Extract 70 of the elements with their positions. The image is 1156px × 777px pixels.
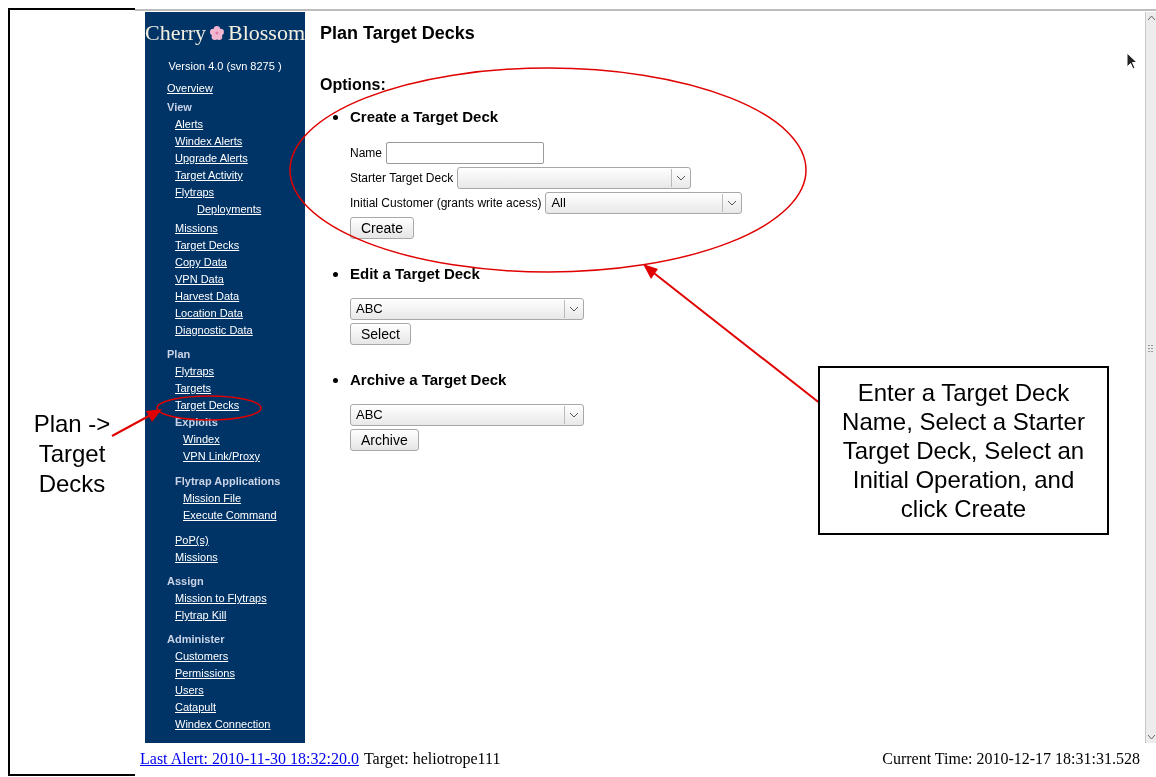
nav-link[interactable]: Users	[175, 685, 204, 696]
nav-link[interactable]: Execute Command	[183, 510, 277, 521]
nav-link[interactable]: Location Data	[175, 308, 243, 319]
chevron-down-icon	[569, 412, 579, 418]
nav-link[interactable]: VPN Data	[175, 274, 224, 285]
nav-link[interactable]: Harvest Data	[175, 291, 240, 302]
dropdown[interactable]: ABC	[350, 298, 584, 320]
chevron-down-icon	[727, 200, 738, 206]
cursor-icon	[1126, 52, 1138, 70]
nav-link[interactable]: Catapult	[175, 702, 216, 713]
grip-icon	[1148, 345, 1154, 353]
bullet-icon	[333, 377, 338, 383]
action-button[interactable]: Create	[350, 217, 415, 239]
dropdown[interactable]: All	[545, 192, 743, 214]
nav-link[interactable]: Copy Data	[175, 257, 227, 268]
nav-link[interactable]: Flytraps	[175, 187, 215, 198]
dropdown[interactable]	[457, 167, 692, 189]
nav-link[interactable]: Windex	[183, 434, 220, 445]
last-alert-link[interactable]: Last Alert: 2010-11-30 18:32:20.0	[140, 747, 359, 771]
annotation-text: Plan -> Target Decks	[33, 410, 111, 497]
nav-link[interactable]: Upgrade Alerts	[175, 153, 248, 164]
field-label: Starter Target Deck	[350, 170, 454, 187]
action-button[interactable]: Archive	[350, 429, 419, 451]
name-field[interactable]	[386, 142, 544, 164]
nav-heading: Administer	[167, 634, 225, 645]
dropdown[interactable]: ABC	[350, 404, 584, 426]
field-label: Name	[350, 145, 382, 162]
logo-text: Cherry	[145, 22, 207, 44]
nav-link[interactable]: Missions	[175, 223, 218, 234]
nav-link[interactable]: Overview	[167, 83, 213, 94]
nav-link[interactable]: Target Decks	[175, 400, 240, 411]
pointer-arrow	[111, 409, 162, 437]
nav-link[interactable]: VPN Link/Proxy	[183, 451, 261, 462]
nav-link[interactable]: PoP(s)	[175, 535, 209, 546]
bullet-icon	[333, 114, 338, 120]
callout-box: Enter a Target Deck Name, Select a Starter Target Deck, Select an Initial Operation, and click Create	[818, 366, 1109, 535]
nav-link[interactable]: Customers	[175, 651, 229, 662]
nav-link[interactable]: Permissions	[175, 668, 235, 679]
section-heading: Create a Target Deck	[350, 106, 499, 127]
nav-heading: View	[167, 102, 192, 113]
nav-link[interactable]: Diagnostic Data	[175, 325, 253, 336]
section-heading: Edit a Target Deck	[350, 263, 480, 284]
nav-link[interactable]: Alerts	[175, 119, 204, 130]
current-time-text: Current Time: 2010-12-17 18:31:31.528	[882, 749, 1140, 769]
scrollbar[interactable]	[1145, 12, 1156, 743]
action-button[interactable]: Select	[350, 323, 411, 345]
options-heading: Options:	[320, 76, 386, 93]
version-text: Version 4.0 (svn 8275 )	[168, 60, 282, 72]
nav-link[interactable]: Deployments	[197, 204, 262, 215]
nav-link[interactable]: Mission to Flytraps	[175, 593, 267, 604]
section-heading: Archive a Target Deck	[350, 369, 507, 390]
nav-heading: Flytrap Applications	[175, 476, 281, 487]
nav-heading: Assign	[167, 576, 204, 587]
nav-link[interactable]: Windex Alerts	[175, 136, 243, 147]
target-text: Target: heliotrope111	[363, 749, 501, 770]
chevron-down-icon	[569, 306, 579, 312]
nav-heading: Plan	[167, 349, 191, 360]
logo-text: Blossom	[227, 22, 305, 44]
nav-link[interactable]: Targets	[175, 383, 212, 394]
nav-link[interactable]: Missions	[175, 552, 218, 563]
nav-link[interactable]: Flytrap Kill	[175, 610, 227, 621]
nav-link[interactable]: Target Decks	[175, 240, 240, 251]
nav-link[interactable]: Target Activity	[175, 170, 243, 181]
nav-link[interactable]: Mission File	[183, 493, 242, 504]
field-label: Initial Customer (grants write acess)	[350, 195, 542, 212]
bullet-icon	[333, 271, 338, 277]
chevron-down-icon	[676, 175, 687, 181]
nav-link[interactable]: Flytraps	[175, 366, 215, 377]
nav-link[interactable]: Windex Connection	[175, 719, 271, 730]
page-title: Plan Target Decks	[320, 23, 475, 43]
